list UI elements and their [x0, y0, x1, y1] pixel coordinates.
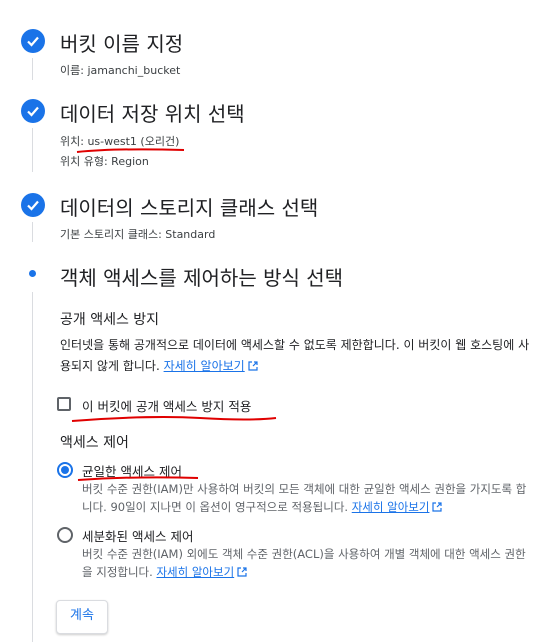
step-title-bucket-name[interactable]: 버킷 이름 지정 [60, 28, 183, 57]
external-link-icon [248, 361, 258, 371]
step-title-location[interactable]: 데이터 저장 위치 선택 [60, 98, 245, 127]
step-complete-check-icon [21, 29, 45, 53]
uniform-access-learn-more-link[interactable]: 자세히 알아보기 [352, 500, 443, 514]
external-link-icon [432, 502, 443, 512]
annotation-underline [71, 416, 277, 422]
step-complete-check-icon [21, 193, 45, 217]
uniform-access-radio[interactable] [57, 462, 73, 478]
step-title-storage-class[interactable]: 데이터의 스토리지 클래스 선택 [60, 192, 318, 221]
fine-grained-access-learn-more-link[interactable]: 자세히 알아보기 [156, 565, 247, 579]
fine-grained-access-description: 버킷 수준 권한(IAM) 외에도 객체 수준 권한(ACL)을 사용하여 개별… [82, 547, 526, 579]
external-link-icon [237, 567, 247, 577]
public-access-description: 인터넷을 통해 공개적으로 데이터에 액세스할 수 없도록 제한합니다. 이 버… [60, 338, 530, 373]
public-access-learn-more-link[interactable]: 자세히 알아보기 [164, 359, 258, 373]
step-title-access-control[interactable]: 객체 액세스를 제어하는 방식 선택 [60, 262, 343, 291]
access-control-heading: 액세스 제어 [60, 435, 129, 451]
public-access-prevention-checkbox[interactable] [57, 397, 71, 411]
step-complete-check-icon [21, 99, 45, 123]
continue-button[interactable]: 계속 [56, 600, 108, 634]
step-connector [32, 128, 33, 172]
step-active-dot-icon [29, 270, 36, 277]
bucket-name-value: 이름: jamanchi_bucket [60, 64, 181, 77]
uniform-access-description: 버킷 수준 권한(IAM)만 사용하여 버킷의 모든 객체에 대한 균일한 액세… [82, 482, 527, 514]
storage-class-value: 기본 스토리지 클래스: Standard [60, 228, 216, 241]
fine-grained-access-label[interactable]: 세분화된 액세스 제어 [82, 526, 193, 545]
annotation-underline [76, 148, 185, 153]
step-connector [32, 292, 33, 642]
fine-grained-access-radio[interactable] [57, 527, 73, 543]
step-connector [32, 222, 33, 242]
step-connector [32, 58, 33, 80]
public-access-heading: 공개 액세스 방지 [60, 312, 160, 328]
